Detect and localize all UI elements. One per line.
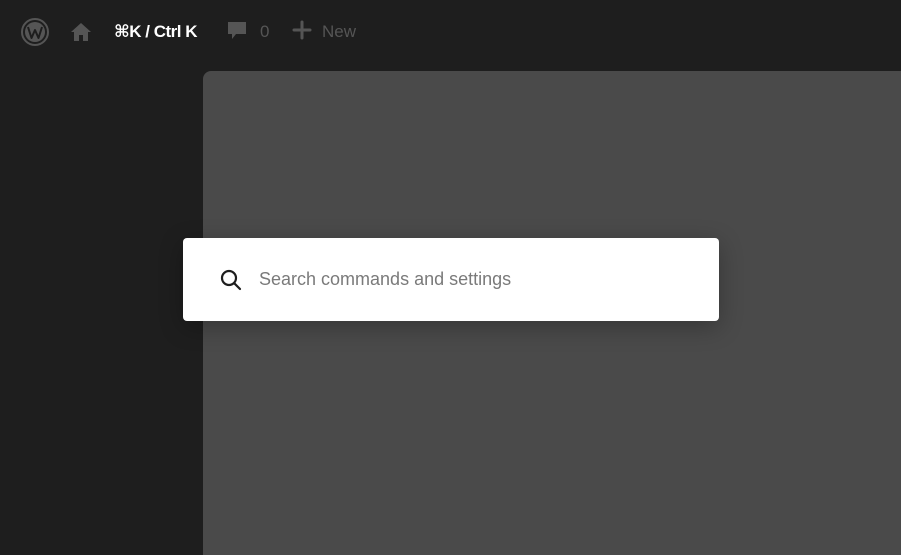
command-search-input[interactable] [259, 259, 689, 300]
sidebar [0, 64, 203, 555]
plus-icon [292, 20, 312, 45]
comments-count: 0 [260, 22, 270, 41]
home-icon[interactable] [69, 0, 93, 64]
search-icon [218, 267, 244, 293]
command-palette [183, 238, 719, 321]
new-label: New [322, 22, 357, 41]
comment-bubble-icon [226, 19, 248, 46]
admin-bar: ⌘K / Ctrl K 0 New [0, 0, 901, 64]
new-content-link[interactable]: New [292, 0, 356, 64]
command-shortcut-hint[interactable]: ⌘K / Ctrl K [114, 0, 198, 64]
wordpress-logo-icon[interactable] [20, 0, 50, 64]
comments-link[interactable]: 0 [226, 0, 269, 64]
